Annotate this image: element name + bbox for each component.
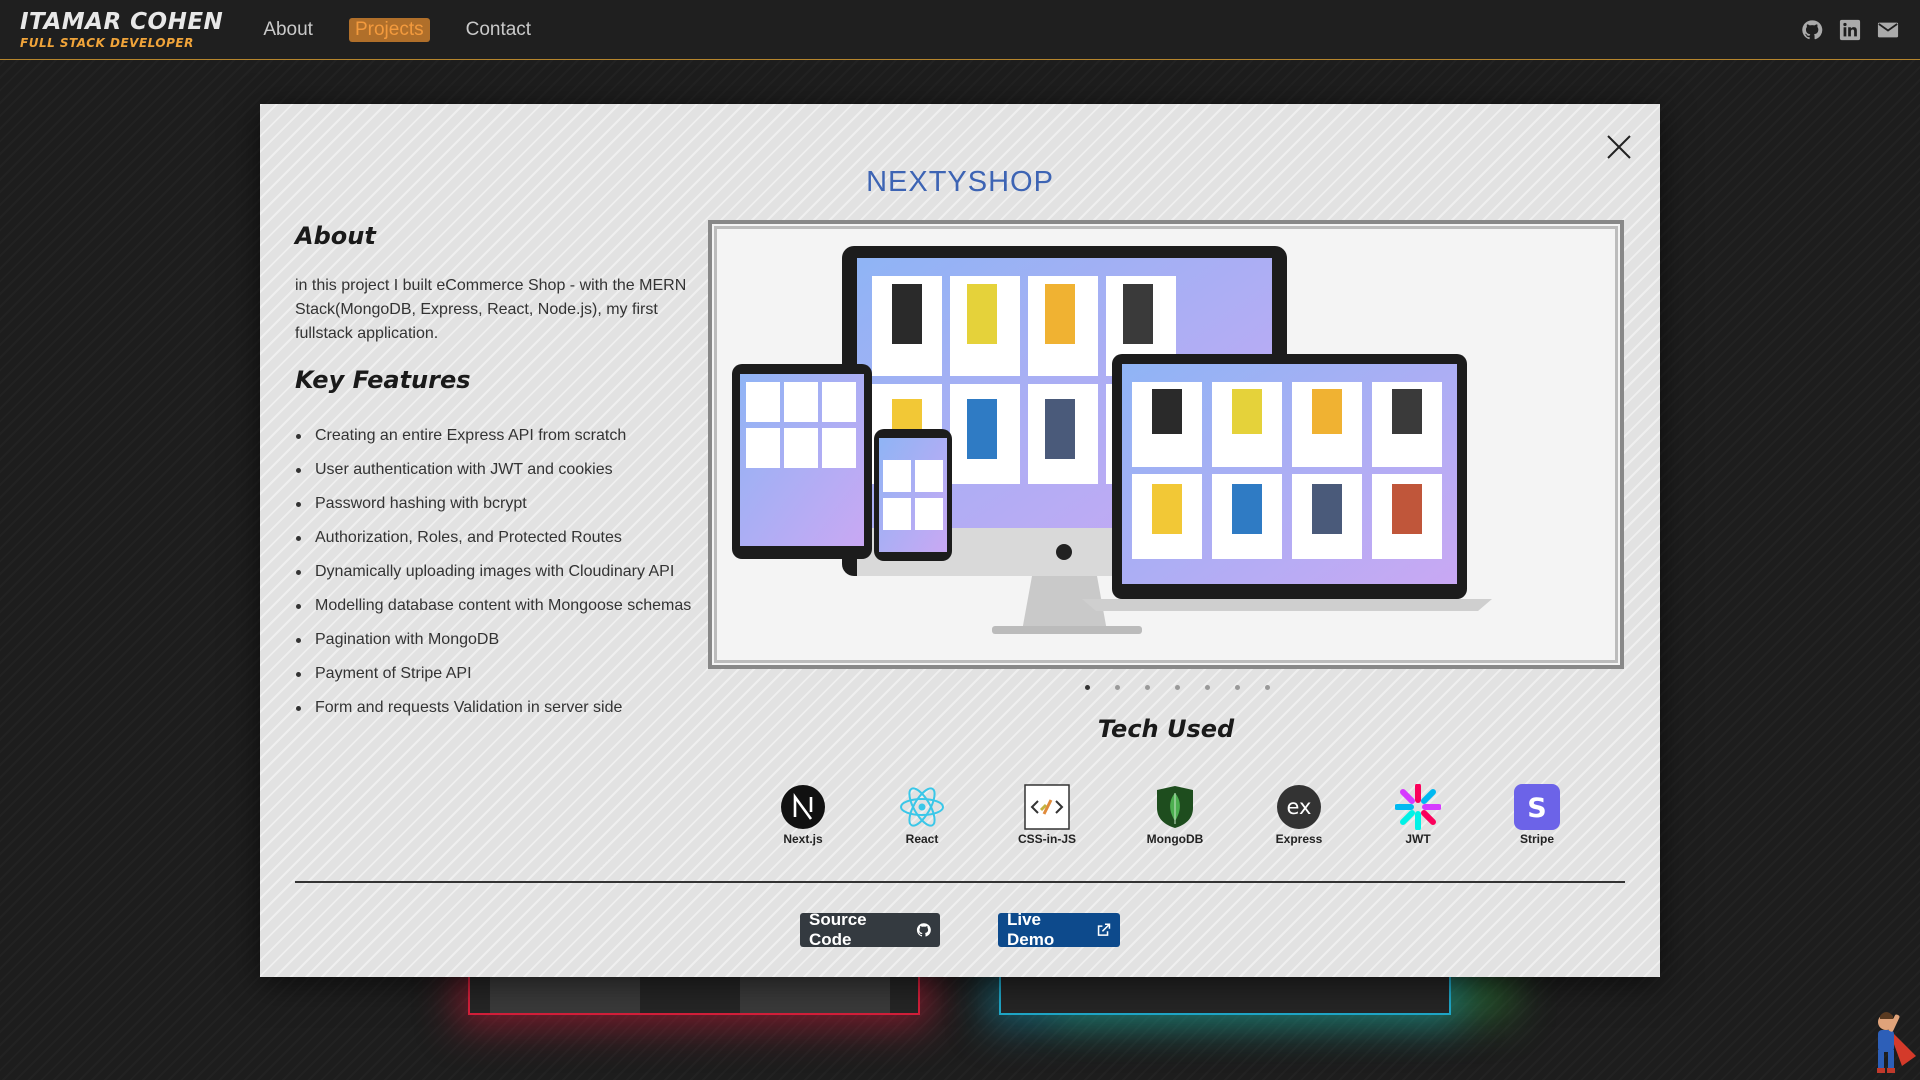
feature-item: Dynamically uploading images with Cloudi… — [296, 560, 700, 583]
jwt-icon — [1395, 784, 1441, 830]
project-modal: NEXTYSHOP About in this project I built … — [260, 104, 1660, 977]
close-icon[interactable] — [1602, 130, 1636, 164]
feature-item: Creating an entire Express API from scra… — [296, 424, 700, 447]
nav-link-projects[interactable]: Projects — [348, 17, 430, 42]
carousel-dot[interactable] — [1102, 685, 1132, 690]
tech-label: JWT — [1405, 832, 1431, 846]
feature-item: Authorization, Roles, and Protected Rout… — [296, 526, 700, 549]
carousel-dot[interactable] — [1162, 685, 1192, 690]
github-icon — [916, 923, 931, 937]
mail-icon[interactable] — [1876, 18, 1900, 42]
about-heading: About — [295, 222, 376, 250]
carousel-dot[interactable] — [1132, 685, 1162, 690]
tech-item: React — [877, 784, 967, 846]
feature-item: Pagination with MongoDB — [296, 628, 700, 651]
tech-heading: Tech Used — [1097, 715, 1235, 743]
navbar: ITAMAR COHEN FULL STACK DEVELOPER About … — [0, 0, 1920, 60]
brand-name: ITAMAR COHEN — [20, 8, 224, 35]
github-icon[interactable] — [1800, 18, 1824, 42]
feature-item: User authentication with JWT and cookies — [296, 458, 700, 481]
project-title: NEXTYSHOP — [866, 166, 1054, 198]
feature-item: Password hashing with bcrypt — [296, 492, 700, 515]
divider — [295, 881, 1625, 883]
react-icon — [900, 787, 944, 827]
nav-link-about[interactable]: About — [257, 18, 319, 42]
tech-item: Next.js — [758, 784, 848, 846]
social-icons — [1800, 18, 1900, 42]
brand-logo[interactable]: ITAMAR COHEN FULL STACK DEVELOPER — [20, 8, 224, 50]
features-heading: Key Features — [295, 366, 471, 394]
about-text: in this project I built eCommerce Shop -… — [295, 277, 687, 342]
tech-item: CSS-in-JS — [1002, 784, 1092, 846]
tech-item: ex Express — [1254, 784, 1344, 846]
tech-label: React — [905, 832, 939, 846]
nextjs-icon — [781, 785, 825, 829]
live-demo-label: Live Demo — [1007, 910, 1055, 949]
tech-stack: Next.js React CSS-in-JS MongoDB ex Expre… — [758, 784, 1618, 854]
feature-item: Modelling database content with Mongoose… — [296, 594, 700, 617]
linkedin-icon[interactable] — [1838, 18, 1862, 42]
css-in-js-icon — [1024, 784, 1070, 830]
tech-label: MongoDB — [1146, 832, 1204, 846]
device-mockup-image — [732, 246, 1492, 634]
tech-label: CSS-in-JS — [1017, 832, 1076, 846]
screenshot-carousel[interactable] — [708, 220, 1624, 669]
source-code-label: Source Code — [809, 910, 867, 949]
live-demo-button[interactable]: Live Demo — [998, 910, 1120, 949]
tech-item: MongoDB — [1130, 784, 1220, 846]
carousel-indicators — [1072, 685, 1282, 690]
mongodb-icon — [1157, 786, 1193, 828]
svg-text:S: S — [1527, 793, 1546, 824]
carousel-dot[interactable] — [1072, 685, 1102, 690]
source-code-button[interactable]: Source Code — [800, 910, 940, 949]
carousel-dot[interactable] — [1192, 685, 1222, 690]
project-details: About in this project I built eCommerce … — [295, 222, 695, 730]
carousel-dot[interactable] — [1222, 685, 1252, 690]
tech-item: JWT — [1373, 784, 1463, 846]
tech-label: Stripe — [1519, 832, 1554, 846]
express-icon: ex — [1277, 785, 1321, 829]
tech-label: Express — [1275, 832, 1323, 846]
carousel-dot[interactable] — [1252, 685, 1282, 690]
superhero-mascot-icon[interactable] — [1858, 1000, 1920, 1080]
tech-label: Next.js — [783, 832, 823, 846]
svg-text:ex: ex — [1287, 795, 1312, 819]
tech-item: S Stripe — [1492, 784, 1582, 846]
external-link-icon — [1097, 923, 1110, 936]
stripe-icon: S — [1514, 784, 1560, 830]
feature-item: Form and requests Validation in server s… — [296, 696, 700, 719]
brand-subtitle: FULL STACK DEVELOPER — [20, 35, 194, 50]
nav-link-contact[interactable]: Contact — [460, 18, 537, 42]
features-list: Creating an entire Express API from scra… — [295, 424, 695, 719]
feature-item: Payment of Stripe API — [296, 662, 700, 685]
